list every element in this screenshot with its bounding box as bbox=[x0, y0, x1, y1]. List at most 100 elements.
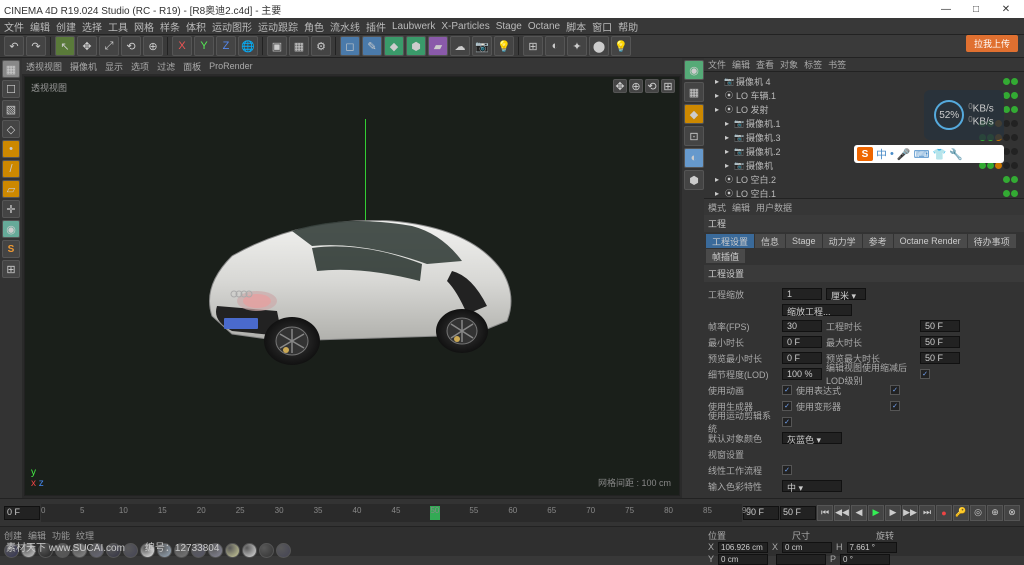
axis-z-toggle[interactable]: Z bbox=[216, 36, 236, 56]
workplane-button[interactable]: ⊞ bbox=[2, 260, 20, 278]
render-view-button[interactable]: ▣ bbox=[267, 36, 287, 56]
menu-item[interactable]: 编辑 bbox=[30, 19, 50, 34]
ime-keyboard-icon[interactable]: ⌨ bbox=[914, 148, 930, 161]
menu-item[interactable]: 网格 bbox=[134, 19, 154, 34]
timeline-current-field[interactable]: 50 F bbox=[780, 506, 816, 520]
misc-tool-4[interactable]: ⬤ bbox=[589, 36, 609, 56]
expand-icon[interactable]: ▸ bbox=[712, 174, 722, 184]
scale-tool[interactable]: ⤢ bbox=[99, 36, 119, 56]
visibility-dot[interactable] bbox=[1011, 162, 1018, 169]
texture-mode-button[interactable]: ▧ bbox=[2, 100, 20, 118]
panel-tab[interactable]: 查看 bbox=[756, 58, 774, 71]
next-key-button[interactable]: ▶▶ bbox=[902, 505, 918, 521]
menu-item[interactable]: 角色 bbox=[304, 19, 324, 34]
coord-tab[interactable]: 位置 bbox=[708, 529, 788, 542]
rotate-tool[interactable]: ⟲ bbox=[121, 36, 141, 56]
coord-p-field[interactable]: 0 ° bbox=[840, 554, 890, 565]
object-name[interactable]: 摄像机 4 bbox=[736, 75, 771, 88]
attr-tab-button[interactable]: 帧插值 bbox=[706, 249, 745, 263]
snap-button[interactable]: S bbox=[2, 240, 20, 258]
viewport-nav-4[interactable]: ⊞ bbox=[661, 79, 675, 93]
viewport-nav-1[interactable]: ✥ bbox=[613, 79, 627, 93]
menu-item[interactable]: 运动图形 bbox=[212, 19, 252, 34]
attr-field[interactable]: 50 F bbox=[920, 320, 960, 332]
menu-item[interactable]: 体积 bbox=[186, 19, 206, 34]
make-editable-button[interactable]: ▦ bbox=[2, 60, 20, 78]
menu-item[interactable]: X-Particles bbox=[441, 21, 489, 32]
rtool-4[interactable]: ⊡ bbox=[684, 126, 704, 146]
minimize-button[interactable]: — bbox=[932, 1, 960, 17]
visibility-dot[interactable] bbox=[1011, 120, 1018, 127]
menu-item[interactable]: 脚本 bbox=[566, 19, 586, 34]
menu-item[interactable]: Stage bbox=[496, 21, 522, 32]
close-button[interactable]: ✕ bbox=[992, 1, 1020, 17]
panel-tab[interactable]: 标签 bbox=[804, 58, 822, 71]
attr-checkbox[interactable]: ✓ bbox=[890, 401, 900, 411]
visibility-dot[interactable] bbox=[1003, 120, 1010, 127]
visibility-dot[interactable] bbox=[1011, 92, 1018, 99]
prev-frame-button[interactable]: ◀ bbox=[851, 505, 867, 521]
attr-field[interactable]: 0 F bbox=[782, 352, 822, 364]
viewport-tab[interactable]: 透视视图 bbox=[26, 60, 62, 73]
viewport-tab[interactable]: 选项 bbox=[131, 60, 149, 73]
panel-tab[interactable]: 文件 bbox=[708, 58, 726, 71]
menu-item[interactable]: 窗口 bbox=[592, 19, 612, 34]
menu-item[interactable]: Laubwerk bbox=[392, 21, 435, 32]
visibility-dot[interactable] bbox=[1003, 134, 1010, 141]
object-name[interactable]: LO 车辆.1 bbox=[736, 89, 776, 102]
viewport-tab[interactable]: 显示 bbox=[105, 60, 123, 73]
attr-tab-button[interactable]: 动力学 bbox=[823, 234, 862, 248]
rtool-6[interactable]: ⬢ bbox=[684, 170, 704, 190]
panel-tab[interactable]: 编辑 bbox=[732, 58, 750, 71]
edge-mode-button[interactable]: / bbox=[2, 160, 20, 178]
rtool-1[interactable]: ◉ bbox=[684, 60, 704, 80]
visibility-dot[interactable] bbox=[1003, 92, 1010, 99]
goto-start-button[interactable]: ⏮ bbox=[817, 505, 833, 521]
light-button[interactable]: 💡 bbox=[494, 36, 514, 56]
attr-menu-item[interactable]: 编辑 bbox=[732, 201, 750, 214]
attr-tab-button[interactable]: 待办事项 bbox=[968, 234, 1016, 248]
attr-tab-button[interactable]: 参考 bbox=[863, 234, 893, 248]
visibility-dot[interactable] bbox=[1003, 78, 1010, 85]
panel-tab[interactable]: 对象 bbox=[780, 58, 798, 71]
generator-button[interactable]: ◆ bbox=[384, 36, 404, 56]
prev-key-button[interactable]: ◀◀ bbox=[834, 505, 850, 521]
attr-checkbox[interactable]: ✓ bbox=[920, 369, 930, 379]
menu-item[interactable]: 文件 bbox=[4, 19, 24, 34]
point-mode-button[interactable]: • bbox=[2, 140, 20, 158]
coord-y-field[interactable]: 0 cm bbox=[718, 554, 768, 565]
coord-tab[interactable]: 旋转 bbox=[876, 529, 956, 542]
visibility-dot[interactable] bbox=[1011, 78, 1018, 85]
attr-field[interactable]: 100 % bbox=[782, 368, 822, 380]
keyframe-opts-2[interactable]: ⊕ bbox=[987, 505, 1003, 521]
undo-button[interactable]: ↶ bbox=[4, 36, 24, 56]
redo-button[interactable]: ↷ bbox=[26, 36, 46, 56]
menu-item[interactable]: 流水线 bbox=[330, 19, 360, 34]
visibility-dot[interactable] bbox=[1003, 176, 1010, 183]
polygon-mode-button[interactable]: ▱ bbox=[2, 180, 20, 198]
ime-tool-icon[interactable]: 🔧 bbox=[949, 148, 963, 161]
attr-checkbox[interactable]: ✓ bbox=[782, 417, 792, 427]
spline-pen-button[interactable]: ✎ bbox=[362, 36, 382, 56]
axis-y-toggle[interactable]: Y bbox=[194, 36, 214, 56]
attr-select[interactable]: 灰蓝色 ▾ bbox=[782, 432, 842, 444]
goto-end-button[interactable]: ⏭ bbox=[919, 505, 935, 521]
visibility-dot[interactable] bbox=[1011, 190, 1018, 197]
tweak-mode-button[interactable]: ◉ bbox=[2, 220, 20, 238]
bulb-icon[interactable]: 💡 bbox=[611, 36, 631, 56]
viewport-tab[interactable]: 摄像机 bbox=[70, 60, 97, 73]
visibility-dot[interactable] bbox=[1011, 148, 1018, 155]
expand-icon[interactable]: ▸ bbox=[712, 76, 722, 86]
render-region-button[interactable]: ▦ bbox=[289, 36, 309, 56]
rtool-5[interactable]: ◐ bbox=[684, 148, 704, 168]
panel-tab[interactable]: 书签 bbox=[828, 58, 846, 71]
keyframe-opts-3[interactable]: ⊗ bbox=[1004, 505, 1020, 521]
misc-tool-3[interactable]: ✦ bbox=[567, 36, 587, 56]
car-model[interactable] bbox=[162, 186, 542, 386]
autokey-button[interactable]: 🔑 bbox=[953, 505, 969, 521]
viewport-tab[interactable]: 过滤 bbox=[157, 60, 175, 73]
attr-checkbox[interactable]: ✓ bbox=[890, 385, 900, 395]
menu-item[interactable]: 样条 bbox=[160, 19, 180, 34]
perspective-viewport[interactable]: 透视视图 ✥ ⊕ ⟲ ⊞ bbox=[24, 76, 680, 496]
attr-tab-button[interactable]: Stage bbox=[786, 234, 822, 248]
